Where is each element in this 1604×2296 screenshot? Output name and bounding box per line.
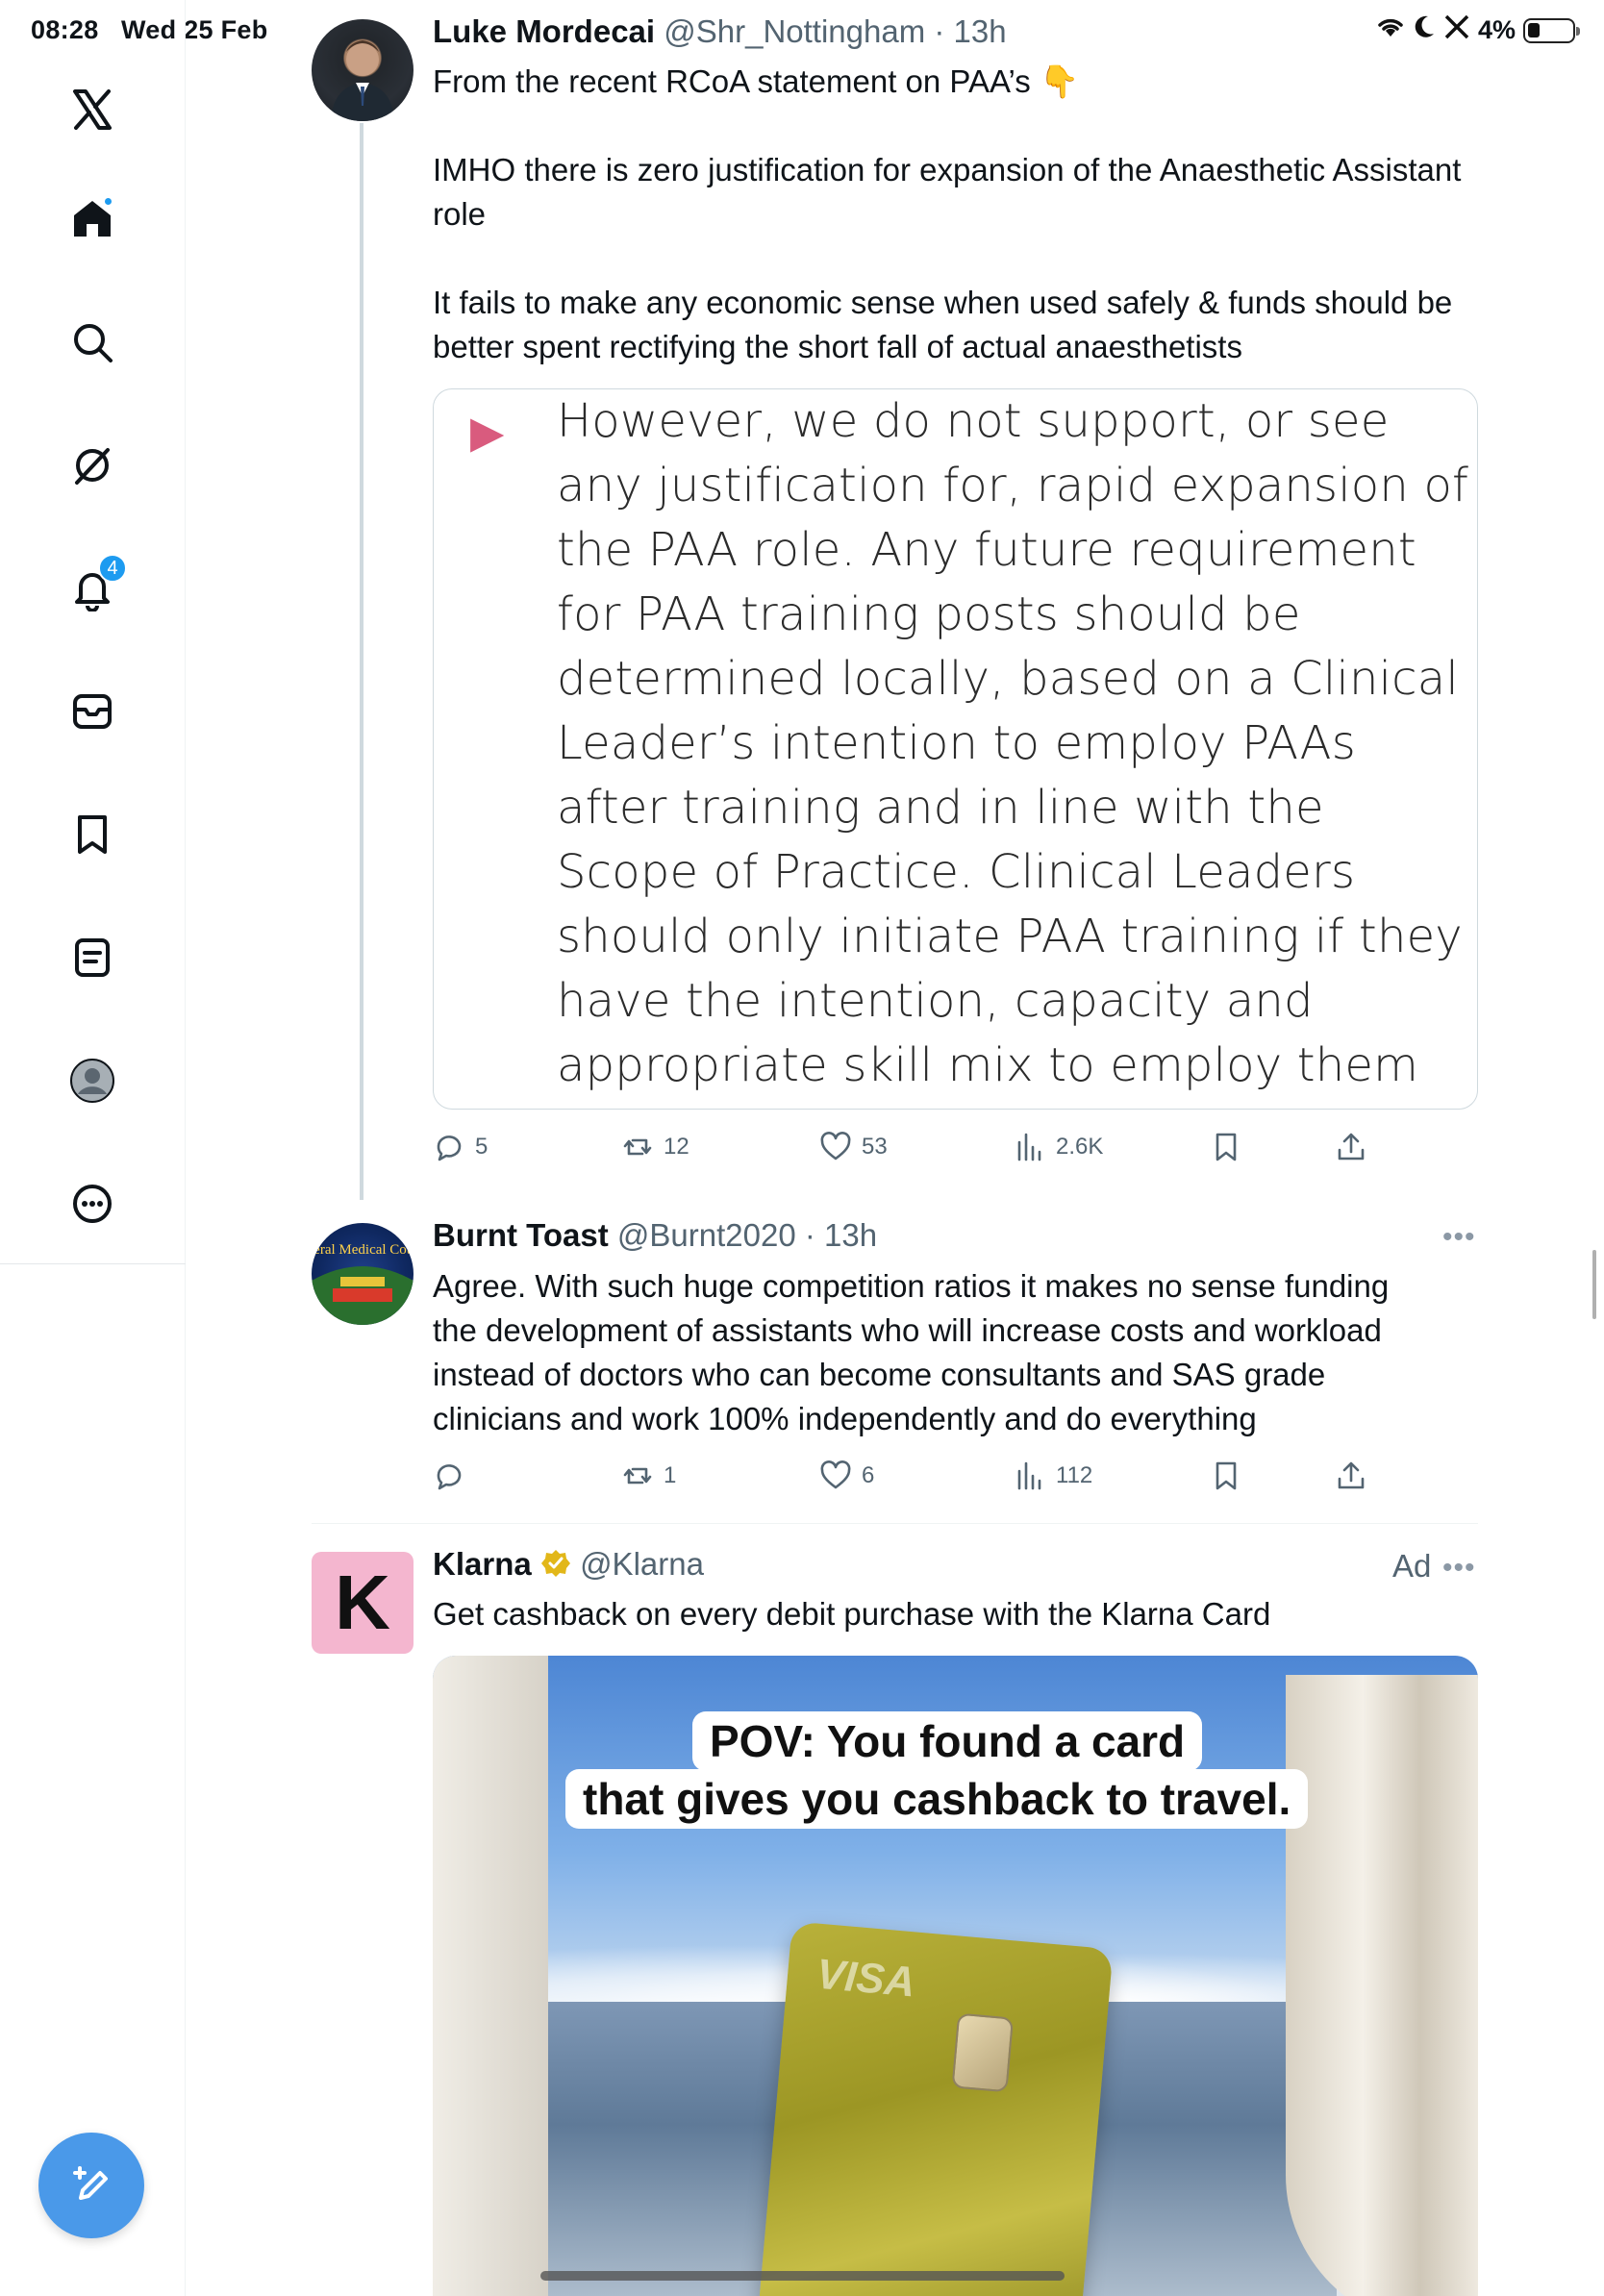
tweet1-view-count: 2.6K [1056, 1134, 1104, 1160]
tweet3-handle[interactable]: @Klarna [580, 1546, 704, 1582]
tweet1-header: Luke Mordecai @Shr_Nottingham · 13h [433, 13, 1007, 49]
tweet2-author-name[interactable]: Burnt Toast [433, 1217, 609, 1253]
tweet2-time[interactable]: 13h [824, 1217, 877, 1253]
tweet-separator [312, 1523, 1478, 1524]
messages-icon[interactable] [62, 681, 123, 742]
tweet1-reply-button[interactable]: 5 [433, 1131, 488, 1163]
tweet2-repost-count: 1 [664, 1462, 677, 1488]
sidebar-divider [0, 1263, 186, 1264]
tweet2-like-count: 6 [862, 1462, 875, 1488]
tweet1-share-button[interactable] [1335, 1131, 1367, 1163]
heart-icon [820, 1460, 851, 1489]
share-icon [1338, 1133, 1365, 1160]
tweet1-reply-count: 5 [475, 1134, 489, 1160]
heart-icon [820, 1132, 851, 1160]
battery-icon [1523, 17, 1580, 43]
bookmarks-icon[interactable] [62, 804, 123, 865]
tweet1-text-para3: It fails to make any economic sense when… [433, 285, 1453, 364]
window-frame-left [433, 1656, 548, 2296]
x-logo-icon[interactable] [62, 79, 123, 140]
tweet2-share-button[interactable] [1335, 1460, 1367, 1492]
home-icon[interactable] [62, 188, 123, 250]
notification-count-badge: 4 [98, 554, 127, 583]
thread-connector-line [360, 123, 363, 1200]
burnt-toast-avatar[interactable]: General Medical Council [312, 1223, 414, 1325]
klarna-avatar[interactable]: K [312, 1552, 414, 1654]
klarna-ad-video[interactable]: VISA POV: You found a card that gives yo… [433, 1656, 1478, 2296]
tweet2-more-button[interactable]: ••• [1442, 1221, 1476, 1254]
reply-icon [437, 1136, 462, 1161]
card-brand: VISA [815, 1950, 917, 2007]
more-options-icon[interactable] [62, 1173, 123, 1235]
card-chip [951, 2012, 1015, 2093]
moon-icon [1413, 14, 1436, 46]
tweet1-repost-button[interactable]: 12 [621, 1131, 689, 1163]
klarna-logo-letter: K [335, 1560, 390, 1645]
views-icon [1017, 1461, 1041, 1490]
battery-percent: 4% [1477, 15, 1516, 44]
tweet2-bookmark-button[interactable] [1210, 1460, 1242, 1492]
quote-image-text: However, we do not support, or see any j… [557, 394, 1469, 1109]
tweet2-view-count: 112 [1056, 1462, 1093, 1488]
lists-icon[interactable] [62, 927, 123, 988]
profile-avatar-icon[interactable] [62, 1050, 123, 1111]
tweet1-actions: 5 12 53 2.6K [433, 1131, 1394, 1169]
quote-bullet-icon: ▶ [470, 407, 505, 457]
tweet2-like-button[interactable]: 6 [819, 1460, 874, 1492]
tweet2-reply-button[interactable] [433, 1460, 475, 1492]
ad-caption-line1: POV: You found a card [692, 1711, 1203, 1771]
avatar-text: General Medical Council [312, 1242, 414, 1258]
bookmark-icon [1216, 1461, 1237, 1490]
repost-icon [623, 1138, 652, 1156]
tweet3-header: Klarna @Klarna [433, 1546, 704, 1586]
tweet1-like-button[interactable]: 53 [819, 1131, 888, 1163]
tweet1-text-line1: From the recent RCoA statement on PAA’s … [433, 63, 1080, 99]
compose-post-button[interactable] [38, 2133, 144, 2238]
share-icon [1338, 1461, 1365, 1489]
verified-badge-icon [540, 1548, 571, 1586]
tweet1-handle[interactable]: @Shr_Nottingham [664, 13, 925, 49]
tweet1-bookmark-button[interactable] [1210, 1131, 1242, 1163]
ad-label: Ad [1392, 1548, 1432, 1584]
tweet3-more-button[interactable]: ••• [1442, 1552, 1476, 1585]
tweet1-author-name[interactable]: Luke Mordecai [433, 13, 655, 49]
compose-icon [73, 2166, 108, 2200]
status-right: 4% [1376, 13, 1580, 47]
tweet1-views-button[interactable]: 2.6K [1014, 1131, 1103, 1163]
x-status-icon [1443, 13, 1470, 47]
scrollbar[interactable] [1592, 1250, 1596, 1319]
tweet1-quote-image[interactable]: ▶ However, we do not support, or see any… [433, 388, 1478, 1110]
tweet3-author-name[interactable]: Klarna [433, 1546, 532, 1582]
tweet1-repost-count: 12 [664, 1134, 689, 1160]
ad-caption-line2: that gives you cashback to travel. [565, 1769, 1309, 1829]
tweet1-time[interactable]: 13h [954, 13, 1007, 49]
bookmark-icon [1216, 1133, 1237, 1161]
tweet1-text-para2: IMHO there is zero justification for exp… [433, 152, 1462, 232]
tweet2-repost-button[interactable]: 1 [621, 1460, 676, 1492]
visa-card: VISA [757, 1921, 1114, 2296]
search-icon[interactable] [62, 312, 123, 373]
grok-icon[interactable] [62, 435, 123, 496]
tweet2-views-button[interactable]: 112 [1014, 1460, 1092, 1492]
tweet2-header: Burnt Toast @Burnt2020 · 13h [433, 1217, 878, 1253]
tweet2-handle[interactable]: @Burnt2020 [617, 1217, 796, 1253]
tweet2-text: Agree. With such huge competition ratios… [433, 1268, 1390, 1436]
luke-avatar[interactable] [312, 19, 414, 121]
tweet3-text: Get cashback on every debit purchase wit… [433, 1596, 1271, 1632]
tweet1-like-count: 53 [862, 1134, 888, 1160]
home-unread-dot [103, 196, 113, 207]
window-frame-right [1286, 1675, 1478, 2296]
notifications-icon[interactable]: 4 [62, 554, 127, 619]
tweet2-actions: 1 6 112 [433, 1460, 1394, 1498]
sidebar: 4 [0, 0, 186, 2296]
repost-icon [623, 1467, 652, 1485]
views-icon [1017, 1133, 1041, 1161]
wifi-icon [1376, 15, 1405, 45]
reply-icon [437, 1464, 462, 1490]
home-indicator[interactable] [540, 2271, 1065, 2281]
